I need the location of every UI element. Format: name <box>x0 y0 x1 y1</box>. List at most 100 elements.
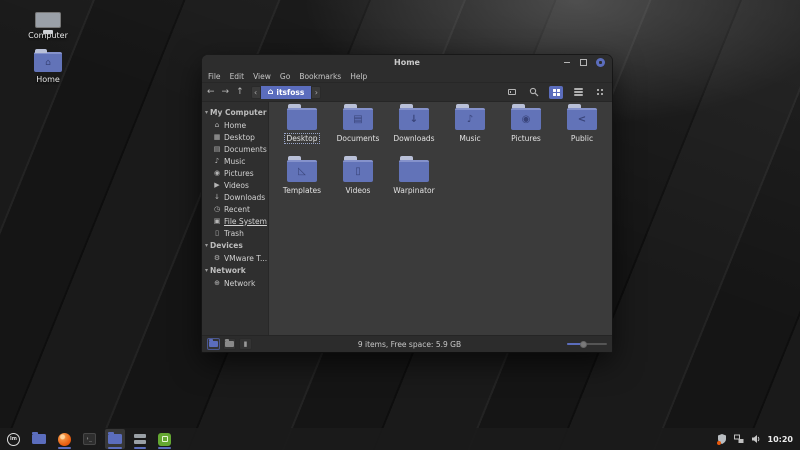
location-entry-icon <box>508 89 516 95</box>
close-button[interactable] <box>596 58 605 67</box>
sidebar-item-trash[interactable]: ▯Trash <box>202 227 268 239</box>
pictures-emblem-icon: ◉ <box>511 110 541 130</box>
window-button-home[interactable] <box>105 429 125 449</box>
show-places-button[interactable] <box>207 338 220 350</box>
update-manager-tray[interactable] <box>717 434 728 445</box>
volume-tray[interactable] <box>751 434 762 445</box>
trash-icon: ▯ <box>213 230 221 237</box>
folder-item-warpinator[interactable]: Warpinator <box>386 160 442 212</box>
clock[interactable]: 10:20 <box>768 435 793 444</box>
folder-icon <box>399 160 429 182</box>
sidebar-item-vmware[interactable]: ⚙VMware T... <box>202 252 268 264</box>
window-body: ▾My Computer ⌂Home ▦Desktop ▤Documents ♪… <box>202 102 612 335</box>
list-view-button[interactable] <box>571 86 585 99</box>
breadcrumb-next-button[interactable]: › <box>311 86 321 99</box>
sidebar-item-home[interactable]: ⌂Home <box>202 119 268 131</box>
search-icon <box>529 87 539 97</box>
folder-item-videos[interactable]: ▯ Videos <box>330 160 386 212</box>
sidebar-item-downloads[interactable]: ↓Downloads <box>202 191 268 203</box>
downloads-emblem-icon: ↓ <box>399 110 429 130</box>
folder-icon: ◉ <box>511 108 541 130</box>
back-icon[interactable]: ← <box>207 88 215 97</box>
search-button[interactable] <box>527 86 541 99</box>
breadcrumb-prev-button[interactable]: ‹ <box>251 86 261 99</box>
folder-label: Templates <box>281 186 323 195</box>
documents-emblem-icon: ▤ <box>343 110 373 130</box>
folder-icon: ▤ <box>343 108 373 130</box>
sidebar-item-file-system[interactable]: ▣File System <box>202 215 268 227</box>
terminal-launcher[interactable]: ›_ <box>80 429 99 449</box>
software-manager-launcher[interactable] <box>155 429 174 449</box>
folder-item-documents[interactable]: ▤ Documents <box>330 108 386 160</box>
settings-launcher[interactable] <box>131 429 149 449</box>
home-icon: ⌂ <box>213 122 221 129</box>
desktop-icon-home[interactable]: ⌂ Home <box>22 52 74 84</box>
statusbar-buttons: ▮ <box>207 338 252 350</box>
filesystem-icon: ▣ <box>213 218 221 225</box>
desktop-icon-computer[interactable]: Computer <box>22 12 74 40</box>
network-tray[interactable] <box>734 434 745 445</box>
folder-icon: ♪ <box>455 108 485 130</box>
music-emblem-icon: ♪ <box>455 110 485 130</box>
sidebar-item-music[interactable]: ♪Music <box>202 155 268 167</box>
folder-item-downloads[interactable]: ↓ Downloads <box>386 108 442 160</box>
folder-label: Videos <box>344 186 373 195</box>
breadcrumb-current-button[interactable]: ⌂ itsfoss <box>261 86 312 99</box>
downloads-icon: ↓ <box>213 194 221 201</box>
sidebar-section-network[interactable]: ▾Network <box>202 264 268 277</box>
taskbar-left: lm ›_ <box>4 428 174 450</box>
folder-item-music[interactable]: ♪ Music <box>442 108 498 160</box>
menu-go[interactable]: Go <box>280 72 290 81</box>
folder-item-pictures[interactable]: ◉ Pictures <box>498 108 554 160</box>
desktop-icon-label: Home <box>22 75 74 84</box>
firefox-launcher[interactable] <box>55 429 74 449</box>
treeview-icon <box>225 341 234 347</box>
icon-view-button[interactable] <box>549 86 563 99</box>
menu-button[interactable]: lm <box>4 429 23 449</box>
home-icon: ⌂ <box>268 88 274 96</box>
list-view-icon <box>574 88 583 96</box>
files-launcher[interactable] <box>29 429 49 449</box>
menu-view[interactable]: View <box>253 72 271 81</box>
zoom-slider[interactable] <box>567 339 607 349</box>
drive-icon: ⚙ <box>213 255 221 262</box>
toggle-location-entry-button[interactable] <box>505 86 519 99</box>
show-treeview-button[interactable] <box>223 338 236 350</box>
folder-item-public[interactable]: < Public <box>554 108 610 160</box>
sidebar-item-desktop[interactable]: ▦Desktop <box>202 131 268 143</box>
collapse-triangle-icon: ▾ <box>205 109 208 116</box>
sidebar-item-documents[interactable]: ▤Documents <box>202 143 268 155</box>
files-icon <box>32 434 46 444</box>
menu-bookmarks[interactable]: Bookmarks <box>299 72 341 81</box>
sidebar-item-pictures[interactable]: ◉Pictures <box>202 167 268 179</box>
sidebar-section-devices[interactable]: ▾Devices <box>202 239 268 252</box>
hide-sidebar-button[interactable]: ▮ <box>239 338 252 350</box>
breadcrumb-label: itsfoss <box>276 88 304 97</box>
breadcrumb: ‹ ⌂ itsfoss › <box>251 86 322 99</box>
collapse-triangle-icon: ▾ <box>205 267 208 274</box>
sidebar-item-videos[interactable]: ▶Videos <box>202 179 268 191</box>
sidebar-item-network[interactable]: ⊕Network <box>202 277 268 289</box>
toolbar-right <box>505 86 607 99</box>
up-icon[interactable]: ↑ <box>236 88 244 97</box>
grid-view-icon <box>553 89 560 96</box>
compact-view-button[interactable] <box>593 86 607 99</box>
settings-icon <box>134 434 146 444</box>
sidebar-section-my-computer[interactable]: ▾My Computer <box>202 106 268 119</box>
menu-edit[interactable]: Edit <box>230 72 245 81</box>
folder-item-desktop[interactable]: Desktop <box>274 108 330 160</box>
titlebar[interactable]: Home <box>202 55 612 70</box>
folder-item-templates[interactable]: ◺ Templates <box>274 160 330 212</box>
menu-help[interactable]: Help <box>350 72 367 81</box>
maximize-button[interactable] <box>579 58 588 67</box>
minimize-button[interactable] <box>562 58 571 67</box>
system-tray: 10:20 <box>717 434 796 445</box>
nav-buttons: ← → ↑ <box>207 88 244 97</box>
slider-knob[interactable] <box>580 341 587 348</box>
folder-icon: ↓ <box>399 108 429 130</box>
templates-emblem-icon: ◺ <box>287 162 317 182</box>
forward-icon[interactable]: → <box>222 88 230 97</box>
menu-file[interactable]: File <box>208 72 221 81</box>
sidebar-item-recent[interactable]: ◷Recent <box>202 203 268 215</box>
software-manager-icon <box>158 433 171 446</box>
